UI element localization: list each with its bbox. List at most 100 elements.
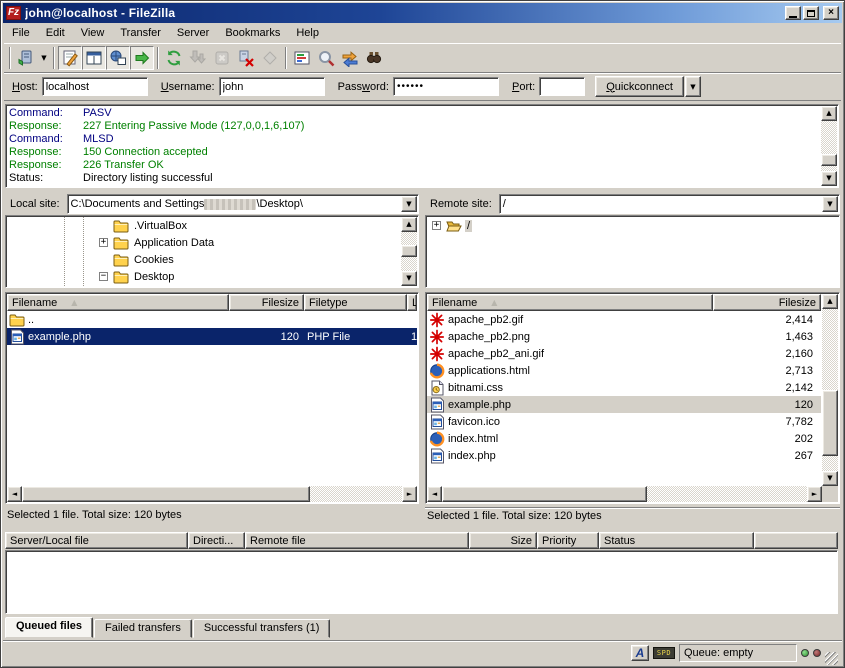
transfer-queue-body[interactable] (5, 550, 838, 614)
reconnect-button[interactable] (258, 46, 282, 70)
port-input[interactable] (539, 77, 585, 96)
queue-column-status[interactable]: Status (599, 532, 754, 549)
toggle-local-tree-button[interactable] (82, 46, 106, 70)
column-header-filesize[interactable]: Filesize (229, 294, 304, 311)
tree-item-cookies[interactable]: Cookies (7, 251, 400, 268)
tree-expander[interactable]: + (432, 221, 441, 230)
menu-server[interactable]: Server (169, 25, 217, 41)
scroll-thumb[interactable] (401, 245, 417, 257)
column-header-filename[interactable]: Filename▲ (7, 294, 229, 311)
host-input[interactable] (42, 77, 148, 96)
column-header-filesize[interactable]: Filesize (713, 294, 821, 311)
find-files-button[interactable] (362, 46, 386, 70)
tab-queued-files[interactable]: Queued files (5, 617, 93, 638)
menu-help[interactable]: Help (288, 25, 327, 41)
scroll-right-button[interactable]: ► (807, 486, 822, 502)
toggle-remote-tree-button[interactable] (106, 46, 130, 70)
tree-item--virtualbox[interactable]: .VirtualBox (7, 217, 400, 234)
tree-item-desktop[interactable]: −Desktop (7, 268, 400, 285)
site-manager-dropdown[interactable]: ▼ (38, 46, 50, 70)
file-row--[interactable]: .. (7, 311, 417, 328)
scroll-thumb[interactable] (822, 390, 838, 456)
tab-successful-transfers-1-[interactable]: Successful transfers (1) (193, 619, 331, 638)
file-row-example-php[interactable]: example.php120 (427, 396, 821, 413)
scroll-down-button[interactable]: ▼ (821, 171, 837, 186)
username-input[interactable] (219, 77, 325, 96)
scroll-up-button[interactable]: ▲ (822, 294, 838, 309)
file-row-apache-pb2-ani-gif[interactable]: apache_pb2_ani.gif2,160 (427, 345, 821, 362)
file-row-index-php[interactable]: index.php267 (427, 447, 821, 464)
scroll-thumb[interactable] (821, 154, 837, 166)
menu-view[interactable]: View (73, 25, 113, 41)
quickconnect-button[interactable]: Quickconnect (595, 76, 684, 97)
queue-column-priority[interactable]: Priority (537, 532, 599, 549)
remote-list-horizontal-scrollbar[interactable]: ◄► (427, 486, 822, 502)
file-row-favicon-ico[interactable]: favicon.ico7,782 (427, 413, 821, 430)
column-header-l[interactable]: L (407, 294, 417, 311)
menu-file[interactable]: File (4, 25, 38, 41)
close-button[interactable]: × (823, 6, 839, 20)
local-list-horizontal-scrollbar[interactable]: ◄► (7, 486, 417, 502)
local-site-dropdown-button[interactable]: ▼ (401, 196, 417, 212)
scroll-thumb[interactable] (442, 486, 647, 502)
tree-expander[interactable]: + (99, 238, 108, 247)
log-type-label: Response: (9, 159, 83, 172)
maximize-button[interactable] (803, 6, 819, 20)
scroll-right-button[interactable]: ► (402, 486, 417, 502)
speed-limits-icon[interactable]: SPD (653, 647, 675, 659)
resize-grip[interactable] (825, 652, 838, 665)
menu-bookmarks[interactable]: Bookmarks (217, 25, 288, 41)
remote-site-bar: Remote site: / ▼ (425, 194, 840, 214)
queue-column-directi-[interactable]: Directi... (188, 532, 245, 549)
queue-column-size[interactable]: Size (469, 532, 537, 549)
file-row-example-php[interactable]: example.php120PHP File1 (7, 328, 417, 345)
scroll-up-button[interactable]: ▲ (821, 106, 837, 121)
quickconnect-dropdown-button[interactable]: ▼ (685, 76, 701, 97)
disconnect-button[interactable] (234, 46, 258, 70)
file-row-apache-pb2-png[interactable]: apache_pb2.png1,463 (427, 328, 821, 345)
menu-transfer[interactable]: Transfer (112, 25, 169, 41)
file-row-applications-html[interactable]: applications.html2,713 (427, 362, 821, 379)
remote-site-dropdown-button[interactable]: ▼ (822, 196, 838, 212)
tab-failed-transfers[interactable]: Failed transfers (94, 619, 192, 638)
scroll-down-button[interactable]: ▼ (822, 471, 838, 486)
remote-list-vertical-scrollbar[interactable]: ▲▼ (822, 294, 838, 486)
apache-icon (429, 346, 445, 362)
column-header-filetype[interactable]: Filetype (304, 294, 407, 311)
scroll-thumb[interactable] (22, 486, 310, 502)
toggle-message-log-button[interactable] (58, 46, 82, 70)
column-header-filename[interactable]: Filename▲ (427, 294, 713, 311)
log-message: 150 Connection accepted (83, 146, 208, 158)
scroll-left-button[interactable]: ◄ (7, 486, 22, 502)
refresh-button[interactable] (162, 46, 186, 70)
cancel-operation-button[interactable] (210, 46, 234, 70)
local-tree-vertical-scrollbar[interactable]: ▲▼ (401, 217, 417, 286)
tree-item-application-data[interactable]: +Application Data (7, 234, 400, 251)
local-site-combo[interactable]: C:\Documents and Settings\Desktop\ ▼ (67, 194, 419, 214)
password-input[interactable] (393, 77, 499, 96)
scroll-left-button[interactable]: ◄ (427, 486, 442, 502)
minimize-button[interactable] (785, 6, 801, 20)
scroll-up-button[interactable]: ▲ (401, 217, 417, 232)
titlebar[interactable]: Fz john@localhost - FileZilla × (3, 3, 842, 23)
toggle-transfer-queue-button[interactable] (130, 46, 154, 70)
file-row-apache-pb2-gif[interactable]: apache_pb2.gif2,414 (427, 311, 821, 328)
scroll-down-button[interactable]: ▼ (401, 271, 417, 286)
log-vertical-scrollbar[interactable]: ▲▼ (821, 106, 837, 186)
directory-listing-filters-button[interactable] (290, 46, 314, 70)
tree-expander[interactable]: − (99, 272, 108, 281)
file-size-cell: 2,142 (713, 382, 821, 394)
site-manager-button[interactable] (14, 46, 38, 70)
synchronized-browsing-button[interactable] (338, 46, 362, 70)
file-row-bitnami-css[interactable]: bitnami.css2,142 (427, 379, 821, 396)
file-row-index-html[interactable]: index.html202 (427, 430, 821, 447)
remote-site-combo[interactable]: / ▼ (499, 194, 840, 214)
tree-item--[interactable]: +/ (427, 217, 838, 234)
queue-column-remote-file[interactable]: Remote file (245, 532, 469, 549)
log-message: MLSD (83, 133, 114, 145)
process-queue-button[interactable] (186, 46, 210, 70)
menu-edit[interactable]: Edit (38, 25, 73, 41)
queue-column-server-local-file[interactable]: Server/Local file (5, 532, 188, 549)
transfer-type-icon[interactable]: A (631, 645, 649, 661)
directory-comparison-button[interactable] (314, 46, 338, 70)
